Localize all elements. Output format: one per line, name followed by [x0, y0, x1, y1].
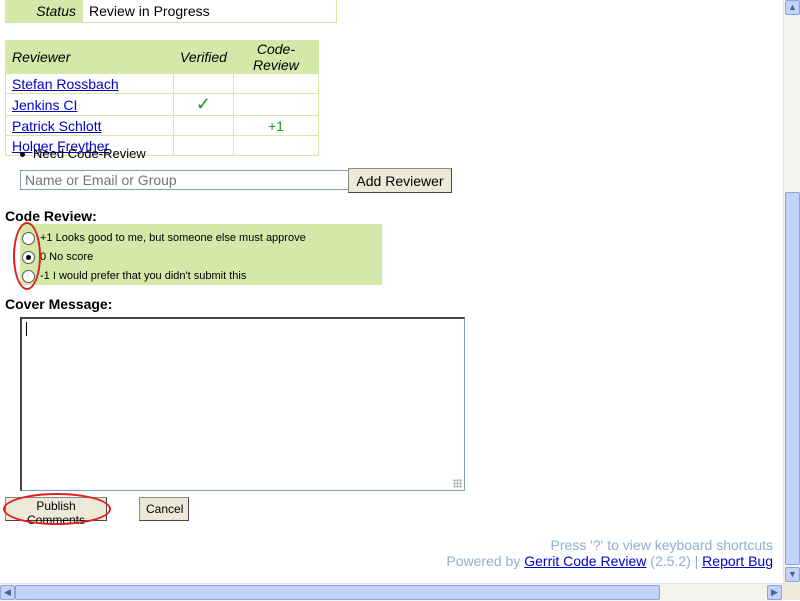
- reviewer-link[interactable]: Patrick Schlott: [12, 118, 101, 134]
- status-label: Status: [5, 0, 83, 23]
- change-screen: Status Review in Progress Reviewer Verif…: [0, 0, 783, 583]
- verified-header: Verified: [173, 40, 234, 74]
- powered-by-text: Powered by: [446, 553, 521, 569]
- footer-powered: Powered by Gerrit Code Review (2.5.2) | …: [446, 553, 773, 569]
- score-label: +1 Looks good to me, but someone else mu…: [40, 232, 306, 244]
- cover-message-title: Cover Message:: [5, 296, 113, 312]
- status-value: Review in Progress: [82, 0, 337, 23]
- separator: |: [694, 553, 699, 569]
- need-item: Need Code-Review: [20, 146, 146, 161]
- code-review-cell: [232, 135, 319, 156]
- verified-cell: [173, 135, 234, 156]
- verified-cell: [173, 73, 234, 94]
- score-label: 0 No score: [40, 251, 94, 263]
- reviewer-link[interactable]: Stefan Rossbach: [12, 76, 119, 92]
- table-row: Jenkins CI ✓: [5, 93, 319, 116]
- publish-comments-button[interactable]: Publish Comments: [5, 497, 107, 527]
- resize-grip-icon[interactable]: [453, 479, 462, 488]
- vertical-scroll-thumb[interactable]: [785, 192, 800, 565]
- radio-plus1[interactable]: [22, 231, 35, 245]
- radio-zero[interactable]: [22, 250, 35, 264]
- table-row: Stefan Rossbach: [5, 73, 319, 94]
- table-row: Patrick Schlott +1: [5, 115, 319, 136]
- reviewers-table: Reviewer Verified Code-Review Stefan Ros…: [5, 40, 319, 156]
- verified-cell: [173, 115, 234, 136]
- reviewer-search-input[interactable]: [20, 170, 350, 190]
- cover-message-textarea[interactable]: [20, 317, 465, 491]
- score-option-minus1[interactable]: -1 I would prefer that you didn't submit…: [22, 267, 246, 285]
- keyboard-shortcuts-hint: Press '?' to view keyboard shortcuts: [550, 537, 773, 553]
- reviewer-header: Reviewer: [5, 40, 174, 74]
- cancel-button[interactable]: Cancel: [139, 497, 189, 521]
- gerrit-link[interactable]: Gerrit Code Review: [524, 553, 646, 569]
- version-text: (2.5.2): [650, 553, 691, 569]
- code-review-cell: [232, 93, 319, 116]
- reviewer-link[interactable]: Jenkins CI: [12, 97, 77, 113]
- code-review-title: Code Review:: [5, 208, 97, 224]
- code-review-cell: [232, 73, 319, 94]
- scroll-left-icon[interactable]: ◀: [0, 585, 15, 600]
- status-table: Status Review in Progress: [5, 0, 337, 23]
- code-review-header: Code-Review: [232, 40, 319, 74]
- scroll-down-icon[interactable]: ▼: [785, 567, 800, 582]
- score-option-zero[interactable]: 0 No score: [22, 248, 93, 266]
- add-reviewer-button[interactable]: Add Reviewer: [348, 168, 452, 193]
- vertical-scrollbar[interactable]: ▲ ▼: [783, 0, 800, 583]
- code-review-cell: +1: [232, 115, 319, 136]
- scrollbar-corner: [783, 583, 800, 600]
- radio-minus1[interactable]: [22, 269, 35, 283]
- score-option-plus1[interactable]: +1 Looks good to me, but someone else mu…: [22, 229, 306, 247]
- score-label: -1 I would prefer that you didn't submit…: [40, 270, 247, 282]
- need-text: Need Code-Review: [33, 146, 146, 161]
- report-bug-link[interactable]: Report Bug: [702, 553, 773, 569]
- bullet-icon: [20, 152, 25, 158]
- horizontal-scrollbar[interactable]: ◀ ▶: [0, 583, 783, 601]
- horizontal-scroll-thumb[interactable]: [15, 585, 660, 600]
- scroll-right-icon[interactable]: ▶: [767, 585, 782, 600]
- score-options: +1 Looks good to me, but someone else mu…: [20, 224, 382, 285]
- checkmark-icon: ✓: [173, 93, 234, 116]
- text-caret: [26, 322, 27, 336]
- scroll-up-icon[interactable]: ▲: [785, 0, 800, 15]
